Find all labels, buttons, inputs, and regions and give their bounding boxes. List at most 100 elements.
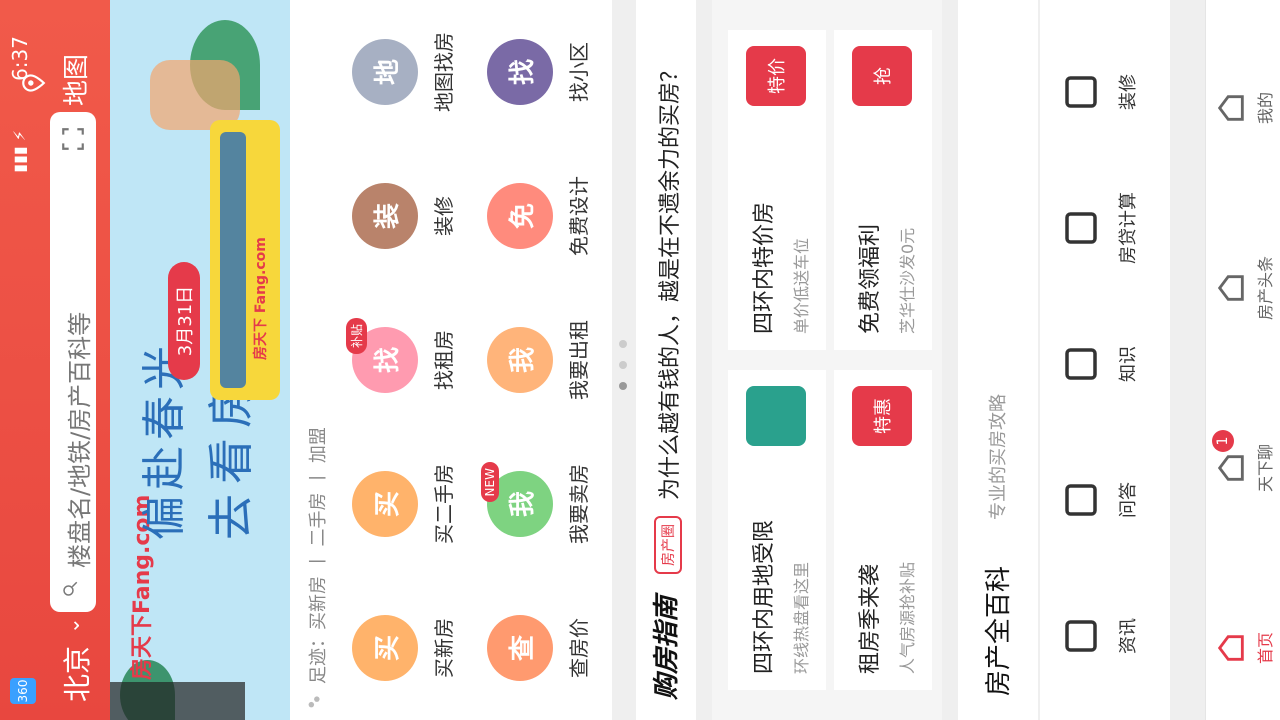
promo-banner[interactable]: 房天下Fang.com 偏赴春光 去看房 3月31日 房天下 Fang.com [110,0,290,720]
promo-card[interactable]: 免费领福利 芝华仕沙发0元 抢 [834,30,932,350]
promo-card[interactable]: 四环内用地受限 环线热盘看这里 [728,370,826,690]
page-dot[interactable] [619,339,627,348]
city-selector[interactable]: 北京 [56,646,96,702]
banner-date: 3月31日 [168,262,200,380]
baike-label: 知识 [1118,346,1139,382]
badge: NEW [481,462,499,503]
baike-subtitle: 专业的买房攻略 [988,394,1009,520]
card-title: 租房季来袭 [858,563,883,674]
cat-icon: 找 [487,39,553,105]
house-icon [746,386,806,446]
screen: 360 ▮▮▮ ⚡ 6:37 北京 ⌄ 楼盘名/地铁/房产百科等 地图 房天下F… [0,0,1280,720]
chat-icon [1214,451,1248,485]
nav-item[interactable]: 1 天下聊 [1206,396,1280,540]
nav-item[interactable]: 首页 [1206,576,1280,720]
status-app-icon: 360 [10,678,36,704]
grid-item[interactable]: 买买新房 [342,576,472,720]
scan-icon[interactable] [60,126,86,152]
grid-item[interactable]: 买买二手房 [342,432,472,576]
card-subtitle: 单价低送车位 [792,237,811,334]
promo-cards: 四环内用地受限 环线热盘看这里 四环内特价房 单价低送车位 特价租房季来袭 人气房源抢补贴… [712,0,942,720]
nav-label: 房产头条 [1256,256,1275,321]
baike-icons-row: 资讯 问答 知识 房贷计算 装修 [1040,0,1170,720]
book-icon [1060,343,1102,385]
dog-icon: 我 [487,327,553,393]
baike-label: 房贷计算 [1118,192,1139,264]
grid-item-label: 查房价 [567,618,591,678]
ticket-icon: 特惠 [852,386,912,446]
grid-item[interactable]: 查查房价 [477,576,607,720]
search-box[interactable]: 楼盘名/地铁/房产百科等 [50,112,96,612]
cow-icon: 装 [352,183,418,249]
footprints-row[interactable]: 足迹：买新房 丨 二手房 丨 加盟 [290,0,342,720]
badge: 补贴 [346,318,367,355]
guide-badge: 房产圈 [654,516,682,574]
grid-item-label: 装修 [432,196,456,236]
horse-icon: 查 [487,615,553,681]
baike-item[interactable]: 知识 [1040,304,1170,424]
page-dots [612,330,627,390]
sheep-icon: 免 [487,183,553,249]
news-icon [1060,615,1102,657]
grid-item-label: 我要卖房 [567,464,591,544]
phone-portrait-canvas: 360 ▮▮▮ ⚡ 6:37 北京 ⌄ 楼盘名/地铁/房产百科等 地图 房天下F… [0,0,1280,720]
grid-item-label: 买新房 [432,618,456,678]
grid-item[interactable]: 找找小区 [477,0,607,144]
baike-label: 装修 [1118,74,1139,110]
footprints-text: 足迹：买新房 丨 二手房 丨 加盟 [308,427,329,684]
nav-badge: 1 [1212,430,1234,452]
search-icon [63,581,78,596]
thumbnail-strip[interactable] [110,682,245,720]
grid-item[interactable]: 我 NEW 我要卖房 [477,432,607,576]
nav-item[interactable]: 我的 [1206,36,1280,180]
nav-item[interactable]: 房产头条 [1206,216,1280,360]
guide-headline[interactable]: 为什么越有钱的人，越是在不遗余力的买房？ [652,60,684,500]
baike-item[interactable]: 装修 [1040,32,1170,152]
grid-item[interactable]: 找补贴 找租房 [342,288,472,432]
chevron-down-icon[interactable]: ⌄ [60,617,84,634]
card-subtitle: 人气房源抢补贴 [898,561,917,674]
baike-label: 资讯 [1118,618,1139,654]
grid-item-label: 找租房 [432,330,456,390]
user-icon [1214,91,1248,125]
map-button-label[interactable]: 地图 [56,54,93,106]
nav-label: 我的 [1256,92,1275,125]
page-dot[interactable] [619,360,627,369]
page-dot-active[interactable] [619,382,627,390]
search-placeholder: 楼盘名/地铁/房产百科等 [66,311,94,568]
baike-item[interactable]: 房贷计算 [1040,168,1170,288]
grid-item[interactable]: 装装修 [342,144,472,288]
baike-item[interactable]: 资讯 [1040,576,1170,696]
decor-icon [1060,71,1102,113]
baike-item[interactable]: 问答 [1040,440,1170,560]
grid-item-label: 地图找房 [432,32,456,112]
qa-icon [1060,479,1102,521]
status-icons: ▮▮▮ ⚡ [10,130,29,173]
grid-item[interactable]: 我我要出租 [477,288,607,432]
grid-item[interactable]: 地地图找房 [342,0,472,144]
card-subtitle: 环线热盘看这里 [792,561,811,674]
buying-guide-bar[interactable]: 购房指南 房产圈 为什么越有钱的人，越是在不遗余力的买房？ [636,0,696,720]
guide-logo: 购房指南 [652,595,682,700]
service-grid: 买买新房买买二手房找补贴 找租房装装修地地图找房查查房价我 NEW 我要卖房我我要出租… [342,0,612,720]
grid-item-label: 找小区 [567,42,591,102]
baike-header: 房产全百科 专业的买房攻略 [958,0,1038,720]
nav-label: 首页 [1256,632,1275,665]
news-icon [1214,271,1248,305]
card-title: 四环内特价房 [752,201,777,334]
tag-icon: 特价 [746,46,806,106]
footprints-icon [308,696,320,708]
tiger-icon: 买 [352,471,418,537]
card-title: 四环内用地受限 [752,519,777,674]
map-pin-icon[interactable] [20,70,46,96]
tiger-icon: 买 [352,615,418,681]
mouse-icon: 地 [352,39,418,105]
home-icon [1214,631,1248,665]
bus-text: 房天下 Fang.com [253,237,269,360]
promo-card[interactable]: 租房季来袭 人气房源抢补贴 特惠 [834,370,932,690]
grid-item[interactable]: 免免费设计 [477,144,607,288]
status-bar: 360 ▮▮▮ ⚡ 6:37 [0,0,48,720]
baike-title: 房产全百科 [984,565,1014,696]
bus-window [220,132,246,388]
promo-card[interactable]: 四环内特价房 单价低送车位 特价 [728,30,826,350]
